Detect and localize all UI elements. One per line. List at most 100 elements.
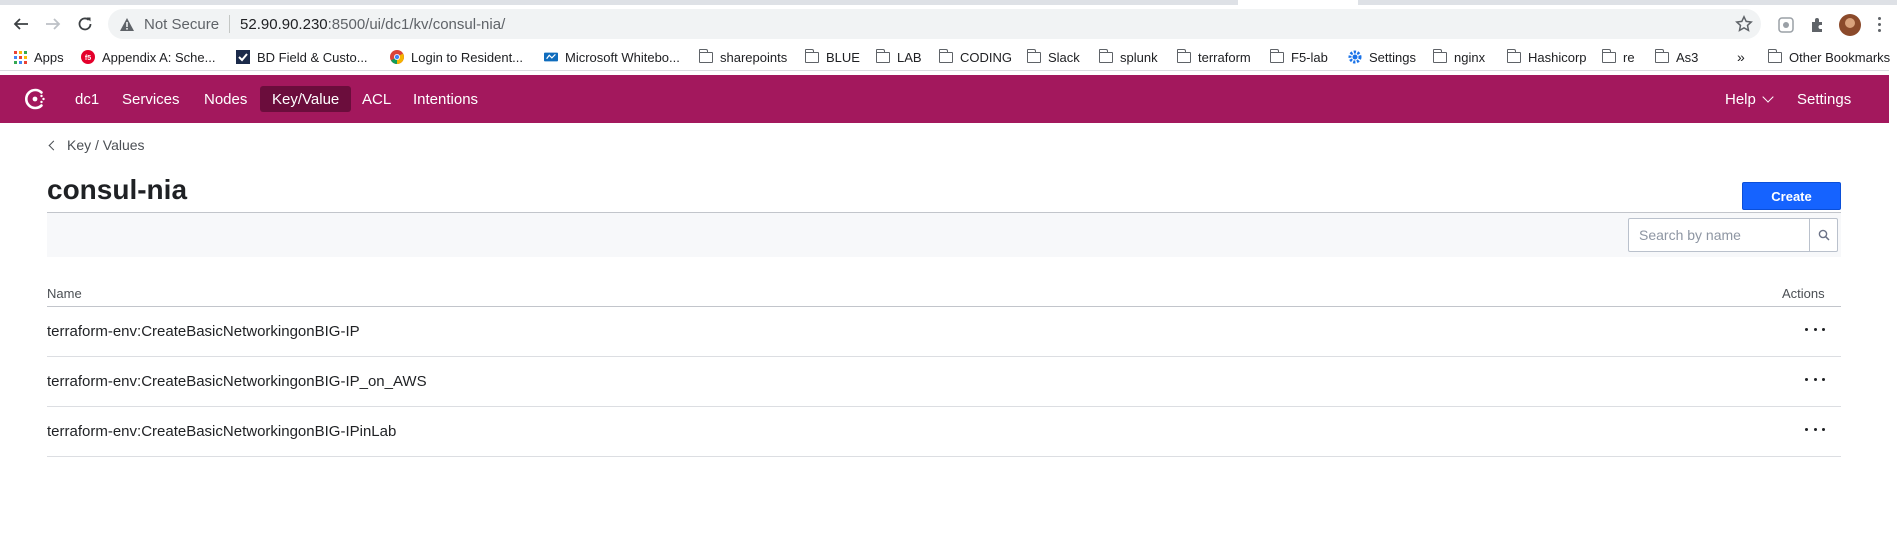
bookmark-re[interactable]: re: [1601, 48, 1635, 66]
nav-key-value[interactable]: Key/Value: [260, 86, 352, 112]
warning-icon: [118, 15, 136, 33]
kv-key-name[interactable]: terraform-env:CreateBasicNetworkingonBIG…: [47, 423, 396, 440]
bookmark-appendix-a[interactable]: f5 Appendix A: Sche...: [81, 48, 215, 66]
nav-intentions[interactable]: Intentions: [413, 75, 478, 123]
bookmark-as3[interactable]: As3: [1654, 48, 1699, 66]
page-right-edge: [1889, 70, 1897, 544]
bookmark-label: Slack: [1048, 49, 1080, 65]
folder-icon: [1269, 48, 1284, 64]
bookmark-label: Settings: [1369, 49, 1416, 65]
bookmark-blue[interactable]: BLUE: [804, 48, 860, 66]
url-host: 52.90.90.230: [240, 15, 328, 33]
bookmark-hashicorp[interactable]: Hashicorp: [1506, 48, 1587, 66]
gear-icon: [1348, 50, 1362, 64]
bookmarks-overflow-button[interactable]: »: [1737, 48, 1745, 66]
create-button[interactable]: Create: [1742, 182, 1841, 210]
f5-logo-icon: f5: [81, 50, 95, 64]
bookmark-label: Other Bookmarks: [1789, 49, 1891, 65]
search-input[interactable]: [1629, 219, 1809, 251]
svg-text:f5: f5: [85, 55, 91, 62]
browser-menu-icon[interactable]: [1878, 17, 1882, 35]
nav-acl[interactable]: ACL: [362, 75, 391, 123]
bookmark-label: terraform: [1198, 49, 1251, 65]
table-row[interactable]: terraform-env:CreateBasicNetworkingonBIG…: [47, 407, 1841, 457]
consul-top-nav: dc1 Services Nodes Key/Value ACL Intenti…: [0, 75, 1889, 123]
forward-arrow-icon[interactable]: [40, 11, 66, 37]
folder-icon: [698, 48, 713, 64]
bookmark-splunk[interactable]: splunk: [1098, 48, 1158, 66]
filter-bar: [47, 213, 1841, 257]
bookmark-terraform[interactable]: terraform: [1176, 48, 1251, 66]
chevron-down-icon: [1762, 91, 1774, 103]
whiteboard-icon: [544, 50, 558, 64]
checkmark-logo-icon: [236, 50, 250, 64]
bookmark-label: nginx: [1454, 49, 1486, 65]
bookmark-microsoft-whiteboard[interactable]: Microsoft Whitebo...: [544, 48, 680, 66]
folder-icon: [1506, 48, 1521, 64]
chrome-icon: [390, 50, 404, 64]
reload-icon[interactable]: [72, 11, 98, 37]
address-bar[interactable]: Not Secure 52.90.90.230:8500/ui/dc1/kv/c…: [108, 9, 1761, 39]
folder-icon: [1098, 48, 1113, 64]
bookmark-label: F5-lab: [1291, 49, 1328, 65]
bookmarks-bar: Apps f5 Appendix A: Sche... BD Field & C…: [0, 43, 1897, 71]
more-actions-icon[interactable]: [1805, 321, 1825, 337]
kv-key-name[interactable]: terraform-env:CreateBasicNetworkingonBIG…: [47, 323, 360, 340]
folder-icon: [1601, 48, 1616, 64]
bookmark-label: BD Field & Custo...: [257, 49, 368, 65]
breadcrumb-label: Key / Values: [67, 137, 145, 153]
bookmark-lab[interactable]: LAB: [875, 48, 922, 66]
column-header-name: Name: [47, 286, 82, 301]
address-divider: [229, 15, 231, 33]
more-actions-icon[interactable]: [1805, 371, 1825, 387]
more-actions-icon[interactable]: [1805, 421, 1825, 437]
folder-icon: [938, 48, 953, 64]
bookmark-label: splunk: [1120, 49, 1158, 65]
bookmark-label: sharepoints: [720, 49, 788, 65]
page-title: consul-nia: [47, 174, 188, 205]
bookmark-bd-field[interactable]: BD Field & Custo...: [236, 48, 368, 66]
bookmark-label: As3: [1676, 49, 1699, 65]
help-label: Help: [1725, 90, 1756, 108]
kv-key-name[interactable]: terraform-env:CreateBasicNetworkingonBIG…: [47, 373, 427, 390]
bookmark-star-icon[interactable]: [1735, 15, 1753, 37]
folder-icon: [1767, 48, 1782, 64]
bookmark-settings[interactable]: Settings: [1348, 48, 1416, 66]
screen-capture-extension-icon[interactable]: [1776, 15, 1796, 35]
bookmark-other-bookmarks[interactable]: Other Bookmarks: [1767, 48, 1891, 66]
bookmark-label: Login to Resident...: [411, 49, 524, 65]
bookmark-login-resident[interactable]: Login to Resident...: [390, 48, 523, 66]
folder-icon: [1176, 48, 1191, 64]
column-header-actions: Actions: [1782, 286, 1825, 301]
url-path: :8500/ui/dc1/kv/consul-nia/: [327, 15, 506, 33]
nav-settings[interactable]: Settings: [1797, 75, 1851, 123]
consul-logo-icon[interactable]: [22, 86, 48, 112]
folder-icon: [1654, 48, 1669, 64]
help-menu[interactable]: Help: [1725, 75, 1774, 123]
bookmark-label: Appendix A: Sche...: [102, 49, 216, 65]
security-label: Not Secure: [144, 15, 220, 33]
datacenter-selector[interactable]: dc1: [75, 75, 99, 123]
table-row[interactable]: terraform-env:CreateBasicNetworkingonBIG…: [47, 307, 1841, 357]
bookmark-nginx[interactable]: nginx: [1432, 48, 1486, 66]
back-arrow-icon[interactable]: [8, 11, 34, 37]
breadcrumb[interactable]: Key / Values: [48, 137, 145, 153]
bookmark-slack[interactable]: Slack: [1026, 48, 1080, 66]
chevron-left-icon: [48, 140, 59, 150]
bookmark-label: Microsoft Whitebo...: [565, 49, 680, 65]
bookmark-apps[interactable]: Apps: [13, 48, 64, 66]
extensions-puzzle-icon[interactable]: [1808, 15, 1828, 35]
bookmark-label: re: [1623, 49, 1635, 65]
bookmark-label: Apps: [34, 49, 64, 65]
bookmark-coding[interactable]: CODING: [938, 48, 1012, 66]
bookmark-label: LAB: [897, 49, 922, 65]
table-row[interactable]: terraform-env:CreateBasicNetworkingonBIG…: [47, 357, 1841, 407]
bookmark-f5-lab[interactable]: F5-lab: [1269, 48, 1328, 66]
search-icon[interactable]: [1809, 219, 1837, 251]
folder-icon: [1026, 48, 1041, 64]
nav-nodes[interactable]: Nodes: [204, 75, 247, 123]
nav-services[interactable]: Services: [122, 75, 180, 123]
bookmark-label: CODING: [960, 49, 1012, 65]
bookmark-sharepoints[interactable]: sharepoints: [698, 48, 788, 66]
profile-avatar[interactable]: [1839, 14, 1861, 36]
